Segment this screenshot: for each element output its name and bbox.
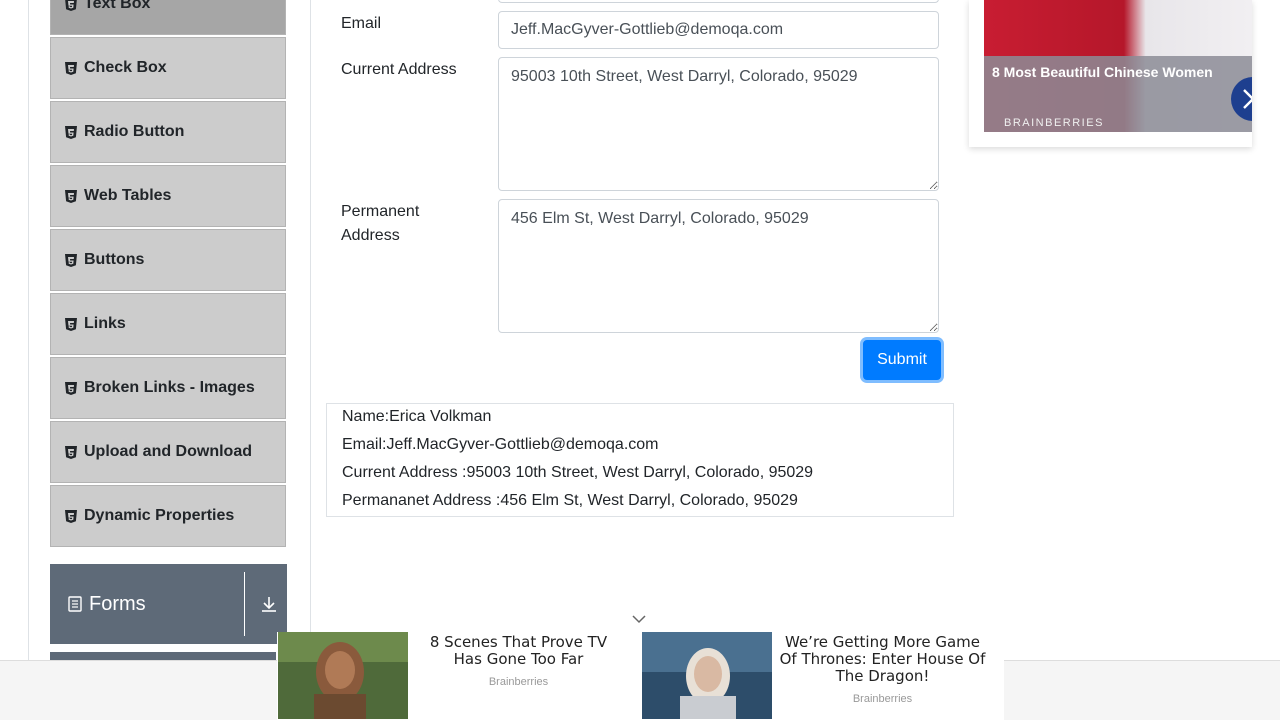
current-address-textarea[interactable]: 95003 10th Street, West Darryl, Colorado… [498, 57, 939, 191]
sidebar-item-radio-button[interactable]: Radio Button [50, 101, 286, 163]
ad-bottom-banner[interactable]: 8 Scenes That Prove TV Has Gone Too Far … [277, 632, 1004, 720]
sidebar-item-label: Buttons [84, 251, 145, 268]
ad-card-brand: Brainberries [852, 693, 913, 705]
email-field[interactable] [498, 11, 939, 49]
html5-icon [65, 381, 77, 395]
output-permanent-address: Permananet Address :456 Elm St, West Dar… [342, 492, 798, 509]
sidebar-item-label: Broken Links - Images [84, 379, 255, 396]
ad-card-title-line: Of Thrones: Enter House Of [779, 650, 986, 668]
download-icon[interactable] [259, 594, 279, 614]
ad-card-brand: Brainberries [488, 676, 549, 688]
sidebar-item-label: Dynamic Properties [84, 507, 235, 524]
left-divider [28, 0, 29, 720]
sidebar-item-buttons[interactable]: Buttons [50, 229, 286, 291]
sidebar-item-label: Upload and Download [84, 443, 252, 460]
current-address-label: Current Address [341, 61, 457, 78]
sidebar-item-web-tables[interactable]: Web Tables [50, 165, 286, 227]
sidebar-group-forms[interactable]: Forms [50, 564, 287, 644]
output-email: Email:Jeff.MacGyver-Gottlieb@demoqa.com [342, 436, 659, 453]
permanent-address-label: Permanent Address [341, 200, 419, 248]
ad-card-title-line: We’re Getting More Game [785, 633, 980, 651]
document-icon [68, 596, 82, 612]
ad-card-title-line: 8 Scenes That Prove TV [429, 633, 608, 651]
sidebar-item-label: Web Tables [84, 187, 172, 204]
sidebar-item-check-box[interactable]: Check Box [50, 37, 286, 99]
ad-card-title: We’re Getting More Game Of Thrones: Ente… [771, 634, 994, 685]
ad-top-right[interactable]: 8 Most Beautiful Chinese Women BRAINBERR… [969, 0, 1252, 147]
html5-icon [65, 509, 77, 523]
sidebar-item-upload-and-download[interactable]: Upload and Download [50, 421, 286, 483]
html5-icon [65, 445, 77, 459]
sidebar-item-label: Check Box [84, 59, 167, 76]
html5-icon [65, 317, 77, 331]
chevron-down-icon[interactable] [631, 613, 647, 625]
sidebar-item-broken-links-images[interactable]: Broken Links - Images [50, 357, 286, 419]
html5-icon [65, 61, 77, 75]
email-label: Email [341, 15, 382, 32]
sidebar-group-label: Forms [89, 592, 146, 615]
submit-button[interactable]: Submit [863, 340, 941, 380]
output-panel: Name:Erica Volkman Email:Jeff.MacGyver-G… [326, 403, 954, 517]
output-name: Name:Erica Volkman [342, 408, 492, 425]
ad-card-image[interactable] [642, 632, 772, 719]
full-name-input-edge [498, 0, 939, 3]
ad-card-title-line: Has Gone Too Far [453, 650, 584, 668]
permanent-address-label-line1: Permanent [341, 203, 420, 220]
output-current-address: Current Address :95003 10th Street, West… [342, 464, 814, 481]
ad-card-image[interactable] [278, 632, 408, 719]
ad-card-title-line: The Dragon! [835, 667, 930, 685]
ad-top-title: 8 Most Beautiful Chinese Women [992, 64, 1213, 80]
permanent-address-label-line2: Address [341, 227, 400, 244]
group-divider [244, 572, 245, 636]
sidebar-item-text-box[interactable]: Text Box [50, 0, 286, 35]
ad-top-brand: BRAINBERRIES [1004, 117, 1104, 129]
sidebar-item-label: Links [84, 315, 126, 332]
ad-card-title: 8 Scenes That Prove TV Has Gone Too Far [417, 634, 620, 668]
content-divider [310, 0, 311, 720]
sidebar-item-label: Text Box [84, 0, 151, 12]
chevron-right-icon [1243, 89, 1252, 109]
html5-icon [65, 253, 77, 267]
html5-icon [65, 0, 77, 11]
html5-icon [65, 189, 77, 203]
permanent-address-textarea[interactable]: 456 Elm St, West Darryl, Colorado, 95029 [498, 199, 939, 333]
sidebar-item-links[interactable]: Links [50, 293, 286, 355]
sidebar-item-label: Radio Button [84, 123, 185, 140]
sidebar-item-dynamic-properties[interactable]: Dynamic Properties [50, 485, 286, 547]
html5-icon [65, 125, 77, 139]
